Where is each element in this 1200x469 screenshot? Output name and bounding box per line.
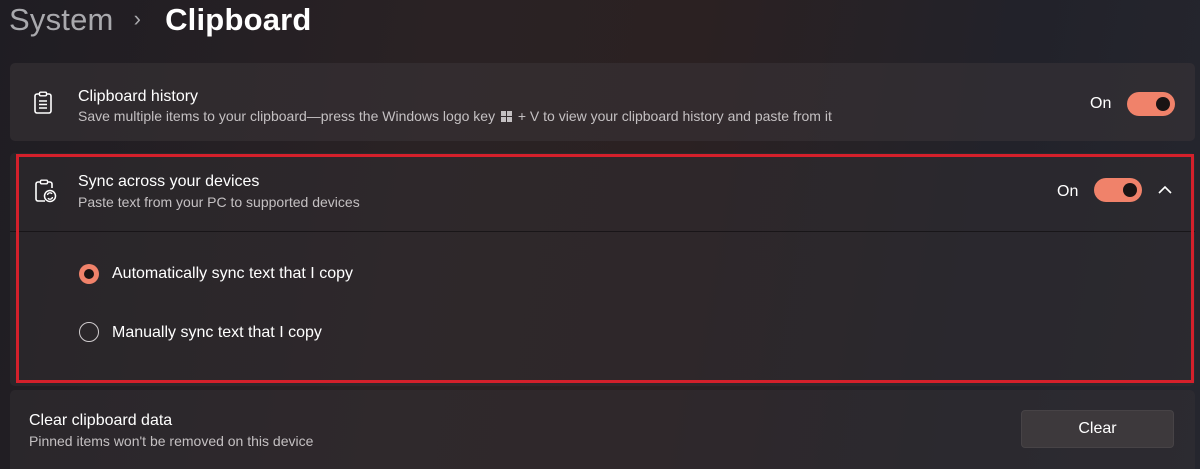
sync-devices-description: Paste text from your PC to supported dev… [78,194,360,210]
toggle-knob [1156,97,1170,111]
clipboard-history-state-label: On [1090,95,1112,112]
clear-clipboard-title: Clear clipboard data [29,412,173,429]
clipboard-history-description-start: Save multiple items to your clipboard—pr… [78,108,496,124]
clipboard-history-toggle[interactable] [1127,92,1175,116]
clipboard-history-description: Save multiple items to your clipboard—pr… [78,108,832,124]
clear-button[interactable]: Clear [1021,410,1174,448]
page-title: Clipboard [165,2,312,37]
auto-sync-radio-label[interactable]: Automatically sync text that I copy [112,265,353,283]
manual-sync-radio[interactable] [79,322,99,342]
clipboard-history-description-end: + V to view your clipboard history and p… [517,108,832,124]
windows-logo-icon [500,111,512,122]
radio-dot [84,269,94,279]
clipboard-history-title: Clipboard history [78,88,199,105]
breadcrumb-separator: › [133,6,142,31]
clear-clipboard-card [10,390,1195,469]
sync-devices-toggle[interactable] [1094,178,1142,202]
clipboard-sync-icon [32,178,58,204]
clipboard-list-icon [30,90,56,116]
manual-sync-radio-label[interactable]: Manually sync text that I copy [112,324,322,342]
collapse-chevron-up-icon[interactable] [1153,178,1177,202]
breadcrumb: System › Clipboard [9,0,312,40]
sync-devices-title: Sync across your devices [78,173,260,190]
breadcrumb-system-link[interactable]: System [9,2,114,38]
clear-clipboard-description: Pinned items won't be removed on this de… [29,433,314,449]
sync-devices-state-label: On [1057,183,1079,200]
section-divider [10,231,1195,232]
auto-sync-radio[interactable] [79,264,99,284]
toggle-knob [1123,183,1137,197]
